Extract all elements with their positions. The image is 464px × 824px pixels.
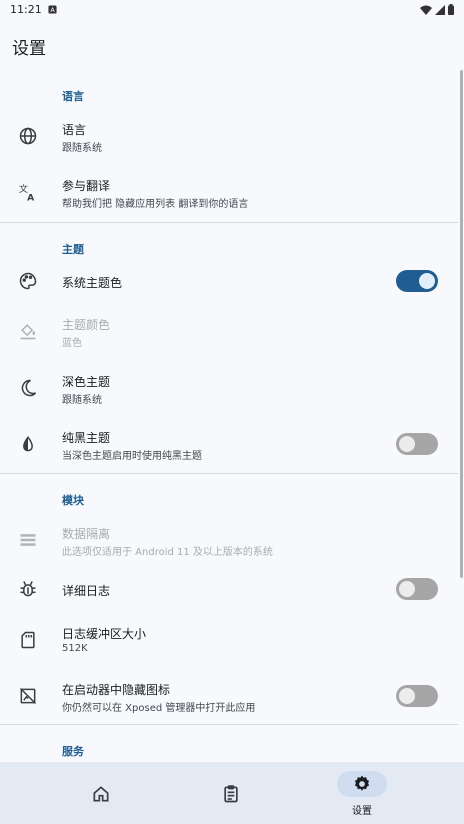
bottom-navigation: 设置 — [0, 762, 464, 824]
status-bar: 11:21 A — [0, 0, 464, 20]
translate-icon: 文 A — [19, 183, 35, 202]
status-time: 11:21 — [10, 3, 42, 16]
section-divider — [0, 222, 458, 223]
setting-pure-black-theme[interactable]: 纯黑主题 当深色主题启用时使用纯黑主题 — [0, 420, 458, 468]
sd-card-icon — [21, 631, 35, 649]
scrollbar[interactable] — [460, 70, 463, 578]
paint-bucket-icon — [20, 324, 36, 340]
setting-pure-black-label: 纯黑主题 — [62, 431, 111, 445]
palette-icon — [19, 272, 37, 290]
setting-hide-launcher-label: 在启动器中隐藏图标 — [62, 683, 171, 697]
svg-text:A: A — [50, 7, 55, 14]
gear-icon — [354, 775, 370, 791]
setting-dark-theme-sub: 跟随系统 — [62, 395, 102, 406]
page-title: 设置 — [12, 39, 46, 59]
battery-icon — [448, 4, 454, 15]
globe-icon — [19, 127, 37, 145]
setting-data-isolation: 数据隔离 此选项仅适用于 Android 11 及以上版本的系统 — [0, 516, 458, 564]
section-header-module: 模块 — [62, 494, 84, 507]
setting-theme-color: 主题颜色 蓝色 — [0, 307, 458, 355]
nav-home[interactable] — [51, 762, 151, 824]
setting-hide-launcher-icon[interactable]: 在启动器中隐藏图标 你仍然可以在 Xposed 管理器中打开此应用 — [0, 672, 458, 720]
clipboard-icon — [224, 785, 238, 803]
system-status-icons — [420, 4, 454, 15]
section-divider — [0, 724, 458, 725]
setting-verbose-log[interactable]: 详细日志 — [0, 567, 458, 613]
storage-list-icon — [20, 534, 36, 546]
setting-system-theme-color[interactable]: 系统主题色 — [0, 259, 458, 305]
setting-translate-label: 参与翻译 — [62, 179, 111, 193]
signal-icon — [435, 4, 445, 15]
nav-settings-label: 设置 — [352, 806, 372, 817]
contrast-icon — [23, 436, 33, 452]
verbose-log-toggle[interactable] — [396, 578, 438, 600]
setting-language-label: 语言 — [62, 123, 87, 137]
home-icon — [93, 786, 109, 802]
setting-log-buffer-size[interactable]: 日志缓冲区大小 512K — [0, 616, 458, 664]
toggle-knob — [399, 436, 415, 452]
setting-language[interactable]: 语言 跟随系统 — [0, 112, 458, 160]
nav-logs[interactable] — [181, 762, 281, 824]
setting-log-buffer-label: 日志缓冲区大小 — [62, 627, 147, 641]
pure-black-toggle[interactable] — [396, 433, 438, 455]
setting-data-isolation-sub: 此选项仅适用于 Android 11 及以上版本的系统 — [62, 547, 273, 558]
system-theme-color-toggle[interactable] — [396, 270, 438, 292]
notification-a-icon: A — [48, 5, 57, 14]
setting-hide-launcher-sub: 你仍然可以在 Xposed 管理器中打开此应用 — [62, 703, 256, 714]
section-divider — [0, 473, 458, 474]
hide-image-icon — [19, 687, 37, 705]
svg-text:A: A — [27, 192, 35, 202]
setting-log-buffer-sub: 512K — [62, 643, 88, 654]
section-header-language: 语言 — [62, 90, 84, 103]
bug-icon — [20, 581, 36, 597]
wifi-icon — [420, 5, 432, 15]
section-header-service: 服务 — [62, 745, 84, 758]
toggle-knob — [419, 273, 435, 289]
setting-language-sub: 跟随系统 — [62, 143, 102, 154]
toggle-knob — [399, 688, 415, 704]
setting-translate-sub: 帮助我们把 隐藏应用列表 翻译到你的语言 — [62, 199, 249, 210]
moon-icon — [21, 379, 37, 397]
setting-data-isolation-label: 数据隔离 — [62, 527, 111, 541]
setting-system-theme-color-label: 系统主题色 — [62, 276, 123, 290]
setting-pure-black-sub: 当深色主题启用时使用纯黑主题 — [62, 451, 202, 462]
setting-dark-theme[interactable]: 深色主题 跟随系统 — [0, 364, 458, 412]
setting-theme-color-sub: 蓝色 — [62, 338, 82, 349]
nav-settings[interactable]: 设置 — [312, 762, 412, 824]
setting-verbose-log-label: 详细日志 — [62, 584, 111, 598]
toggle-knob — [399, 581, 415, 597]
hide-launcher-icon-toggle[interactable] — [396, 685, 438, 707]
setting-translate[interactable]: 文 A 参与翻译 帮助我们把 隐藏应用列表 翻译到你的语言 — [0, 168, 458, 216]
setting-dark-theme-label: 深色主题 — [62, 375, 111, 389]
setting-theme-color-label: 主题颜色 — [62, 318, 111, 332]
section-header-theme: 主题 — [62, 243, 84, 256]
